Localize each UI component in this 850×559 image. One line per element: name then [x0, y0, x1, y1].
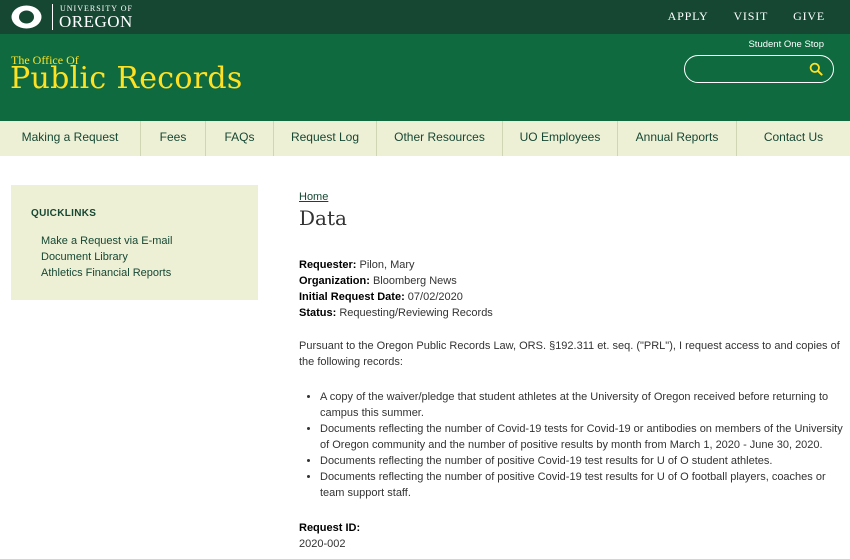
list-item: Documents reflecting the number of Covid…: [320, 421, 844, 453]
field-value: 07/02/2020: [404, 291, 463, 303]
quicklink-athletics-financial-reports[interactable]: Athletics Financial Reports: [41, 265, 172, 281]
field-value: Pilon, Mary: [356, 259, 415, 271]
field-label: Initial Request Date:: [299, 291, 405, 303]
nav-annual-reports[interactable]: Annual Reports: [617, 121, 736, 156]
field-value: Requesting/Reviewing Records: [336, 307, 493, 319]
student-one-stop-link[interactable]: Student One Stop: [748, 39, 824, 50]
oregon-wordmark[interactable]: OREGON: [59, 12, 133, 32]
search-input[interactable]: [695, 60, 805, 78]
nav-other-resources[interactable]: Other Resources: [376, 121, 502, 156]
field-label: Organization:: [299, 275, 370, 287]
nav-making-a-request[interactable]: Making a Request: [0, 121, 140, 156]
site-header: The Office Of Public Records Student One…: [0, 34, 850, 121]
top-bar: UNIVERSITY OF OREGON APPLY VISIT GIVE: [0, 0, 850, 34]
field-requester: Requester: Pilon, Mary: [299, 257, 844, 273]
search-icon[interactable]: [809, 62, 823, 76]
top-link-apply[interactable]: APPLY: [668, 9, 709, 24]
request-fields: Requester: Pilon, Mary Organization: Blo…: [299, 257, 844, 321]
search-box: [684, 55, 834, 83]
nav-faqs[interactable]: FAQs: [205, 121, 273, 156]
request-description: Pursuant to the Oregon Public Records La…: [299, 340, 840, 368]
nav-request-log[interactable]: Request Log: [273, 121, 376, 156]
logo-divider: [52, 4, 53, 30]
field-label: Status:: [299, 307, 337, 319]
list-item: Documents reflecting the number of posit…: [320, 469, 844, 501]
list-item: A copy of the waiver/pledge that student…: [320, 389, 844, 421]
field-initial-request-date: Initial Request Date: 07/02/2020: [299, 289, 844, 305]
request-id-value: 2020-002: [299, 538, 346, 550]
quicklink-document-library[interactable]: Document Library: [41, 249, 172, 265]
field-organization: Organization: Bloomberg News: [299, 273, 844, 289]
breadcrumb-home[interactable]: Home: [299, 191, 328, 203]
top-link-give[interactable]: GIVE: [793, 9, 825, 24]
quicklink-email-request[interactable]: Make a Request via E-mail: [41, 233, 172, 249]
quicklinks-list: Make a Request via E-mail Document Libra…: [41, 233, 172, 281]
field-status: Status: Requesting/Reviewing Records: [299, 305, 844, 321]
top-link-visit[interactable]: VISIT: [733, 9, 768, 24]
nav-fees[interactable]: Fees: [140, 121, 205, 156]
request-id-label: Request ID:: [299, 522, 361, 534]
page-title: Data: [299, 206, 347, 230]
top-links: APPLY VISIT GIVE: [668, 9, 825, 24]
field-label: Requester:: [299, 259, 357, 271]
main-nav: Making a Request Fees FAQs Request Log O…: [0, 121, 850, 156]
quicklinks-sidebar: QUICKLINKS Make a Request via E-mail Doc…: [11, 185, 258, 300]
site-title[interactable]: Public Records: [10, 61, 243, 96]
nav-uo-employees[interactable]: UO Employees: [502, 121, 617, 156]
main-content: Home Data Requester: Pilon, Mary Organiz…: [299, 187, 844, 552]
list-item: Documents reflecting the number of posit…: [320, 453, 844, 469]
nav-contact-us[interactable]: Contact Us: [736, 121, 850, 156]
oregon-o-logo-icon[interactable]: [10, 4, 43, 30]
requested-records-list: A copy of the waiver/pledge that student…: [299, 389, 844, 501]
quicklinks-title: QUICKLINKS: [31, 208, 97, 219]
field-value: Bloomberg News: [369, 275, 457, 287]
